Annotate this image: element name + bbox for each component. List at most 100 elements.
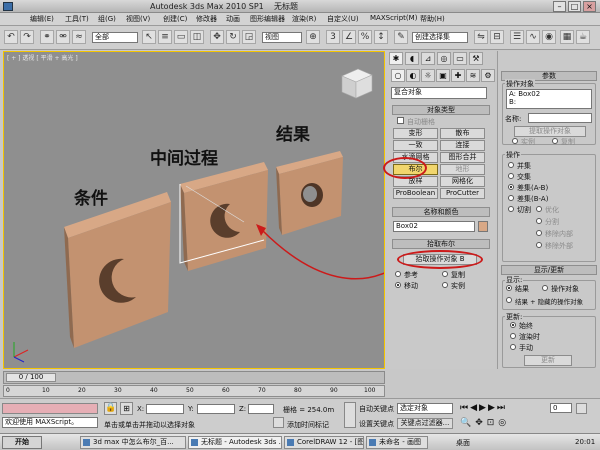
operands-list[interactable]: A: Box02 B: [506, 89, 592, 109]
align-icon[interactable]: ⊟ [490, 30, 504, 44]
menu-rendering[interactable]: 渲染(R) [292, 14, 316, 24]
y-coord-field[interactable] [197, 404, 235, 414]
key-mode-dropdown[interactable]: 选定对象 [397, 403, 453, 414]
playback-controls-icon[interactable]: ⏮◀▶▶⏭ [460, 403, 507, 413]
motion-tab-icon[interactable]: ◎ [437, 52, 451, 65]
display-operands-radio[interactable] [542, 285, 548, 291]
viewport-nav-icon[interactable]: 🔍✥⊡◎ [460, 418, 510, 428]
move-radio[interactable] [395, 282, 401, 288]
snap-toggle-icon[interactable]: 3 [326, 30, 340, 44]
cut-remove-inside-radio[interactable] [536, 230, 542, 236]
copy-radio[interactable] [442, 271, 448, 277]
update-manual-radio[interactable] [510, 344, 516, 350]
mirror-icon[interactable]: ⇋ [474, 30, 488, 44]
union-radio[interactable] [508, 162, 514, 168]
select-object-icon[interactable]: ↖ [142, 30, 156, 44]
modify-tab-icon[interactable]: ◖ [405, 52, 419, 65]
name-color-rollout[interactable]: 名称和颜色 [392, 207, 490, 217]
time-config-icon[interactable] [576, 403, 587, 414]
reference-coord-dropdown[interactable]: 视图 [262, 32, 302, 43]
named-selection-dropdown[interactable]: 创建选择集 [412, 32, 468, 43]
cameras-icon[interactable]: ▣ [436, 69, 450, 82]
menu-modifiers[interactable]: 修改器 [196, 14, 217, 24]
display-hidden-radio[interactable] [506, 297, 512, 303]
curve-editor-icon[interactable]: ∿ [526, 30, 540, 44]
create-tab-icon[interactable]: ✱ [389, 52, 403, 65]
systems-icon[interactable]: ⚙ [481, 69, 495, 82]
time-tag-icon[interactable] [273, 417, 284, 428]
start-button[interactable]: 开始 [2, 436, 42, 449]
cut-radio[interactable] [508, 206, 514, 212]
update-render-radio[interactable] [510, 333, 516, 339]
set-key-button[interactable]: 设置关键点 [359, 419, 394, 429]
extract-operand-button[interactable]: 提取操作对象 [514, 126, 586, 137]
menu-help[interactable]: 帮助(H) [420, 14, 445, 24]
helpers-icon[interactable]: ✚ [451, 69, 465, 82]
ref-radio[interactable] [395, 271, 401, 277]
pivot-center-icon[interactable]: ⊕ [306, 30, 320, 44]
set-key-icon[interactable] [344, 402, 356, 428]
selection-filter-dropdown[interactable]: 全部 [92, 32, 138, 43]
menu-maxscript[interactable]: MAXScript(M) [370, 14, 417, 22]
shapes-icon[interactable]: ◐ [406, 69, 420, 82]
z-coord-field[interactable] [248, 404, 274, 414]
display-result-radio[interactable] [506, 285, 512, 291]
menu-graph-editors[interactable]: 图形编辑器 [250, 14, 285, 24]
extract-copy-radio[interactable] [552, 138, 558, 144]
menu-group[interactable]: 组(G) [98, 14, 116, 24]
bind-spacewarp-icon[interactable]: ≈ [72, 30, 86, 44]
layer-manager-icon[interactable]: ☰ [510, 30, 524, 44]
select-rotate-icon[interactable]: ↻ [226, 30, 240, 44]
spinner-snap-icon[interactable]: ↕ [374, 30, 388, 44]
object-color-swatch[interactable] [478, 221, 488, 232]
close-icon[interactable]: × [583, 1, 596, 12]
display-update-rollout[interactable]: 显示/更新 [501, 265, 597, 275]
unlink-icon[interactable]: ⚮ [56, 30, 70, 44]
auto-key-button[interactable]: 自动关键点 [359, 404, 394, 414]
render-icon[interactable]: ☕ [576, 30, 590, 44]
desktop-toolbar[interactable]: 桌面 [456, 438, 470, 448]
hierarchy-tab-icon[interactable]: ⊿ [421, 52, 435, 65]
cut-split-radio[interactable] [536, 218, 542, 224]
lock-selection-icon[interactable]: 🔒 [104, 402, 117, 415]
maximize-icon[interactable]: □ [568, 1, 581, 12]
pick-boolean-rollout[interactable]: 拾取布尔 [392, 239, 490, 249]
utilities-tab-icon[interactable]: ⚒ [469, 52, 483, 65]
track-bar[interactable]: 0 10 20 30 40 50 60 70 80 90 100 [3, 385, 385, 397]
select-scale-icon[interactable]: ◲ [242, 30, 256, 44]
object-type-rollout[interactable]: 对象类型 [392, 105, 490, 115]
proboolean-button[interactable]: ProBoolean [393, 188, 438, 199]
maxscript-mini-listener[interactable]: 欢迎使用 MAXScript。 [2, 417, 98, 428]
material-editor-icon[interactable]: ◉ [542, 30, 556, 44]
menu-tools[interactable]: 工具(T) [65, 14, 89, 24]
cut-remove-outside-radio[interactable] [536, 242, 542, 248]
perspective-viewport[interactable]: [ + ] 透视 [ 平滑 + 高光 ] 条件 中间过程 结果 [3, 51, 385, 369]
undo-icon[interactable]: ↶ [4, 30, 18, 44]
cut-refine-radio[interactable] [536, 206, 542, 212]
absolute-mode-icon[interactable]: ⊞ [120, 402, 133, 415]
viewcube-icon[interactable] [341, 68, 373, 99]
x-coord-field[interactable] [146, 404, 184, 414]
instance-radio[interactable] [442, 282, 448, 288]
terrain-button[interactable]: 地形 [440, 164, 485, 175]
current-frame-field[interactable]: 0 [550, 403, 572, 413]
app-icon[interactable] [3, 2, 13, 11]
lights-icon[interactable]: ☼ [421, 69, 435, 82]
mesher-button[interactable]: 网格化 [440, 176, 485, 187]
redo-icon[interactable]: ↷ [20, 30, 34, 44]
subtract-ab-radio[interactable] [508, 184, 514, 190]
menu-customize[interactable]: 自定义(U) [327, 14, 359, 24]
object-name-field[interactable]: Box02 [393, 221, 475, 232]
update-always-radio[interactable] [510, 322, 516, 328]
maxscript-listener-top[interactable] [2, 403, 98, 414]
menu-edit[interactable]: 编辑(E) [30, 14, 54, 24]
geometry-icon[interactable]: ○ [391, 69, 405, 82]
operand-name-field[interactable] [528, 113, 592, 123]
task-coreldraw[interactable]: CorelDRAW 12 - [图形1] [284, 436, 364, 449]
scatter-button[interactable]: 散布 [440, 128, 485, 139]
edit-named-sel-icon[interactable]: ✎ [394, 30, 408, 44]
percent-snap-icon[interactable]: % [358, 30, 372, 44]
render-setup-icon[interactable]: ▦ [560, 30, 574, 44]
update-button[interactable]: 更新 [524, 355, 572, 366]
subtract-ba-radio[interactable] [508, 195, 514, 201]
